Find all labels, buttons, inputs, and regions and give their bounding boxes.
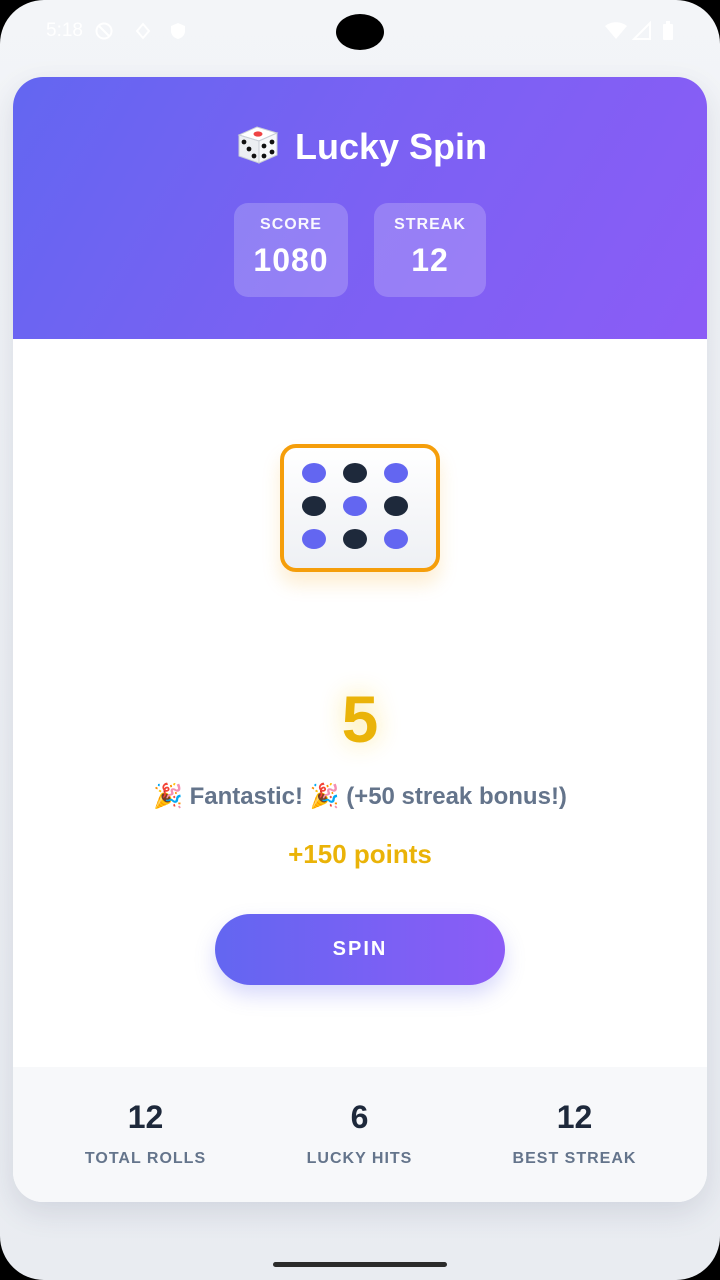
- front-camera: [336, 14, 384, 50]
- streak-label: STREAK: [394, 216, 466, 233]
- die-pip: [384, 496, 408, 516]
- location-icon: [134, 21, 152, 46]
- status-time: 5:18: [46, 20, 83, 41]
- spin-button[interactable]: SPIN: [215, 914, 505, 985]
- die-pip: [343, 496, 367, 516]
- dice-face[interactable]: [280, 444, 440, 572]
- roll-result: 5: [341, 682, 379, 756]
- score-label: SCORE: [260, 216, 322, 233]
- stat-lucky-hits: 6 LUCKY HITS: [244, 1099, 475, 1168]
- score-value: 1080: [253, 242, 329, 278]
- game-header: Lucky Spin SCORE 1080 STREAK 12: [13, 77, 707, 339]
- stat-label: TOTAL ROLLS: [84, 1150, 207, 1167]
- dice-icon: [233, 123, 283, 174]
- result-message: 🎉 Fantastic! 🎉 (+50 streak bonus!): [153, 783, 567, 810]
- die-pip: [384, 529, 408, 549]
- phone-screen: 5:18 Lucky Spin SCORE 1080 STREAK 12 5 🎉…: [0, 0, 720, 1280]
- stats-footer: 12 TOTAL ROLLS 6 LUCKY HITS 12 BEST STRE…: [13, 1067, 707, 1202]
- stat-total-rolls: 12 TOTAL ROLLS: [30, 1099, 261, 1168]
- stat-label: LUCKY HITS: [306, 1150, 413, 1167]
- die-pip: [302, 529, 326, 549]
- page-title: Lucky Spin: [13, 123, 707, 174]
- points-earned: +150 points: [288, 839, 432, 869]
- stat-best-streak: 12 BEST STREAK: [459, 1099, 690, 1168]
- do-not-disturb-icon: [94, 21, 114, 46]
- die-pip: [384, 463, 408, 483]
- shield-icon: [168, 21, 188, 46]
- stat-value: 6: [350, 1099, 369, 1135]
- die-pip: [302, 496, 326, 516]
- stat-value: 12: [127, 1099, 164, 1135]
- die-pip: [343, 529, 367, 549]
- die-pip: [343, 463, 367, 483]
- die-pip: [302, 463, 326, 483]
- home-indicator[interactable]: [273, 1262, 447, 1267]
- stat-label: BEST STREAK: [512, 1150, 637, 1167]
- signal-icon: [631, 20, 652, 46]
- stat-value: 12: [556, 1099, 593, 1135]
- game-card: Lucky Spin SCORE 1080 STREAK 12 5 🎉 Fant…: [13, 77, 707, 1202]
- title-text: Lucky Spin: [294, 126, 488, 167]
- battery-icon: [662, 21, 674, 46]
- streak-value: 12: [411, 242, 449, 278]
- score-box: SCORE 1080: [234, 203, 348, 297]
- wifi-icon: [604, 21, 628, 46]
- streak-box: STREAK 12: [374, 203, 486, 297]
- status-bar: 5:18: [0, 0, 720, 64]
